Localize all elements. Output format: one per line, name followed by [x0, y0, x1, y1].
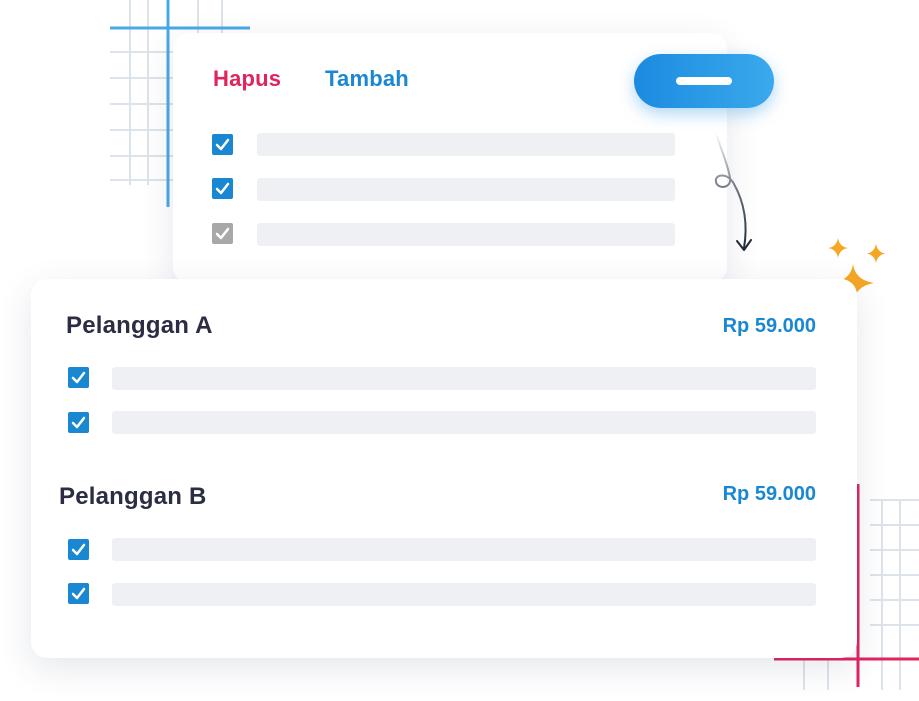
customer-b-item-checkbox-1[interactable]: [68, 539, 89, 560]
customer-a-item-placeholder-2: [112, 411, 816, 434]
checkmark-icon: [71, 371, 86, 384]
customer-b-item-checkbox-2[interactable]: [68, 583, 89, 604]
customer-a-item-checkbox-1[interactable]: [68, 367, 89, 388]
checkmark-icon: [71, 543, 86, 556]
top-item-placeholder-1: [257, 133, 675, 156]
checkmark-icon: [71, 587, 86, 600]
customer-a-item-checkbox-2[interactable]: [68, 412, 89, 433]
action-button[interactable]: [634, 54, 774, 108]
checkmark-icon: [215, 138, 230, 151]
minus-icon: [676, 77, 732, 85]
top-item-checkbox-3[interactable]: [212, 223, 233, 244]
top-item-placeholder-3: [257, 223, 675, 246]
top-item-checkbox-1[interactable]: [212, 134, 233, 155]
checkmark-icon: [215, 227, 230, 240]
customer-a-item-placeholder-1: [112, 367, 816, 390]
customer-name: Pelanggan B: [59, 483, 207, 510]
customer-price: Rp 59.000: [722, 483, 816, 505]
customer-price: Rp 59.000: [722, 315, 816, 337]
tab-add[interactable]: Tambah: [325, 66, 409, 92]
checkmark-icon: [215, 182, 230, 195]
tab-delete[interactable]: Hapus: [213, 66, 281, 92]
top-item-checkbox-2[interactable]: [212, 178, 233, 199]
customer-b-item-placeholder-1: [112, 538, 816, 561]
checkmark-icon: [71, 416, 86, 429]
customer-name: Pelanggan A: [66, 312, 213, 339]
curved-arrow-icon: [714, 131, 752, 251]
top-item-placeholder-2: [257, 178, 675, 201]
customer-b-item-placeholder-2: [112, 583, 816, 606]
